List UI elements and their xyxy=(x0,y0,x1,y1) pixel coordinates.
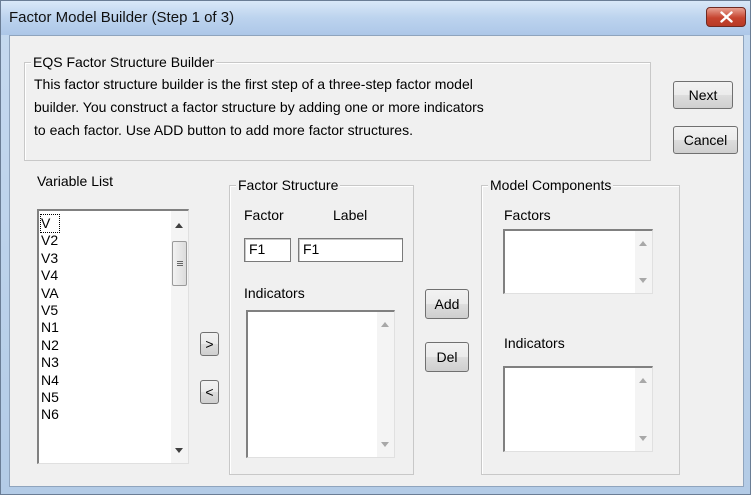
add-button[interactable]: Add xyxy=(425,289,469,319)
factor-indicators-listbox[interactable] xyxy=(246,310,395,458)
close-icon xyxy=(720,11,733,23)
close-button[interactable] xyxy=(706,7,746,27)
scroll-down-arrow-icon[interactable] xyxy=(381,442,389,447)
scroll-up-arrow-icon[interactable] xyxy=(639,378,647,383)
grip-icon xyxy=(177,263,183,264)
list-item[interactable]: N3 xyxy=(41,354,59,371)
list-item[interactable]: V4 xyxy=(41,267,59,284)
dialog-window: Factor Model Builder (Step 1 of 3) EQS F… xyxy=(0,0,751,495)
list-item[interactable]: N4 xyxy=(41,372,59,389)
cancel-button[interactable]: Cancel xyxy=(673,126,738,154)
intro-group-title: EQS Factor Structure Builder xyxy=(31,54,217,70)
window-title: Factor Model Builder (Step 1 of 3) xyxy=(9,9,235,26)
model-factors-scrollbar[interactable] xyxy=(635,231,652,293)
next-button[interactable]: Next xyxy=(673,81,733,109)
list-item[interactable]: V2 xyxy=(41,232,59,249)
move-right-button[interactable]: > xyxy=(200,332,219,356)
intro-group: EQS Factor Structure Builder This factor… xyxy=(24,54,651,161)
model-factors-listbox[interactable] xyxy=(503,229,653,294)
scroll-up-arrow-icon[interactable] xyxy=(175,223,183,228)
label-field[interactable]: F1 xyxy=(298,238,403,262)
scroll-down-arrow-icon[interactable] xyxy=(639,436,647,441)
variable-list-scrollbar[interactable] xyxy=(171,211,188,463)
grip-icon xyxy=(177,265,183,266)
del-button[interactable]: Del xyxy=(425,342,469,372)
model-components-group-title: Model Components xyxy=(488,177,614,193)
dialog-body: EQS Factor Structure Builder This factor… xyxy=(9,35,744,487)
list-item[interactable]: V xyxy=(40,213,60,234)
intro-line-2: builder. You construct a factor structur… xyxy=(34,99,484,115)
factor-indicators-scrollbar[interactable] xyxy=(377,312,394,457)
scroll-thumb[interactable] xyxy=(172,241,187,286)
indicators-label: Indicators xyxy=(244,285,305,301)
list-item[interactable]: N5 xyxy=(41,389,59,406)
intro-description: This factor structure builder is the fir… xyxy=(34,73,644,142)
scroll-down-arrow-icon[interactable] xyxy=(175,448,183,453)
model-indicators-listbox[interactable] xyxy=(503,366,653,452)
scroll-up-arrow-icon[interactable] xyxy=(381,322,389,327)
variable-list-label: Variable List xyxy=(37,173,114,189)
factor-structure-group: Factor Structure Factor Label F1 F1 Indi… xyxy=(229,177,414,475)
factor-structure-group-title: Factor Structure xyxy=(236,177,341,193)
list-item[interactable]: V3 xyxy=(41,250,59,267)
model-indicators-scrollbar[interactable] xyxy=(635,368,652,451)
intro-line-3: to each factor. Use ADD button to add mo… xyxy=(34,122,413,138)
scroll-up-arrow-icon[interactable] xyxy=(639,241,647,246)
scroll-down-arrow-icon[interactable] xyxy=(639,278,647,283)
list-item[interactable]: N6 xyxy=(41,406,59,423)
intro-line-1: This factor structure builder is the fir… xyxy=(34,76,473,92)
factor-field[interactable]: F1 xyxy=(244,238,291,262)
factors-label: Factors xyxy=(504,207,551,223)
list-item[interactable]: VA xyxy=(41,285,59,302)
variable-list-items: V V2 V3 V4 VA V5 N1 N2 N3 N4 N5 N6 xyxy=(40,213,60,424)
label-label: Label xyxy=(333,207,368,223)
grip-icon xyxy=(177,261,183,262)
list-item[interactable]: N1 xyxy=(41,319,59,336)
title-bar[interactable]: Factor Model Builder (Step 1 of 3) xyxy=(1,1,750,35)
list-item[interactable]: V5 xyxy=(41,302,59,319)
model-components-group: Model Components Factors Indicators xyxy=(481,177,680,475)
list-item[interactable]: N2 xyxy=(41,337,59,354)
move-left-button[interactable]: < xyxy=(200,380,219,404)
model-indicators-label: Indicators xyxy=(504,335,565,351)
variable-listbox[interactable]: V V2 V3 V4 VA V5 N1 N2 N3 N4 N5 N6 xyxy=(37,209,189,464)
factor-label: Factor xyxy=(244,207,284,223)
